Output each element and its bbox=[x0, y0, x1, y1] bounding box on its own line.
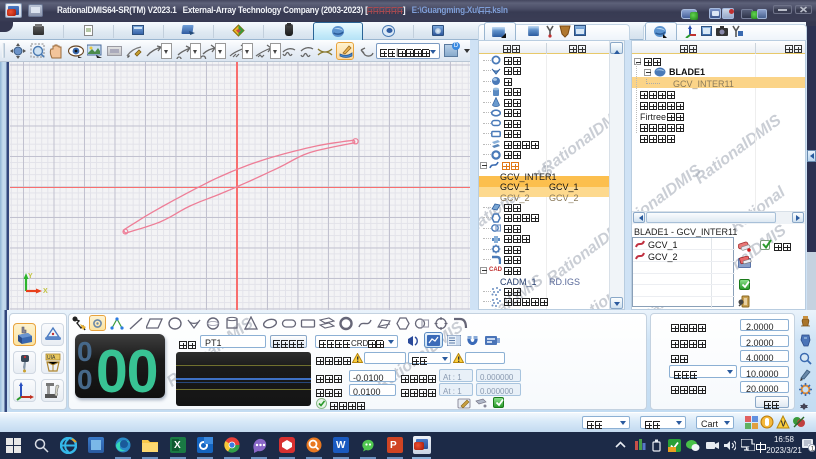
svg-text:Y: Y bbox=[28, 273, 33, 280]
svg-text:1: 1 bbox=[811, 446, 815, 452]
svg-text:V: V bbox=[781, 420, 787, 429]
svg-text:UIA: UIA bbox=[47, 355, 56, 361]
svg-text:X: X bbox=[43, 288, 48, 295]
